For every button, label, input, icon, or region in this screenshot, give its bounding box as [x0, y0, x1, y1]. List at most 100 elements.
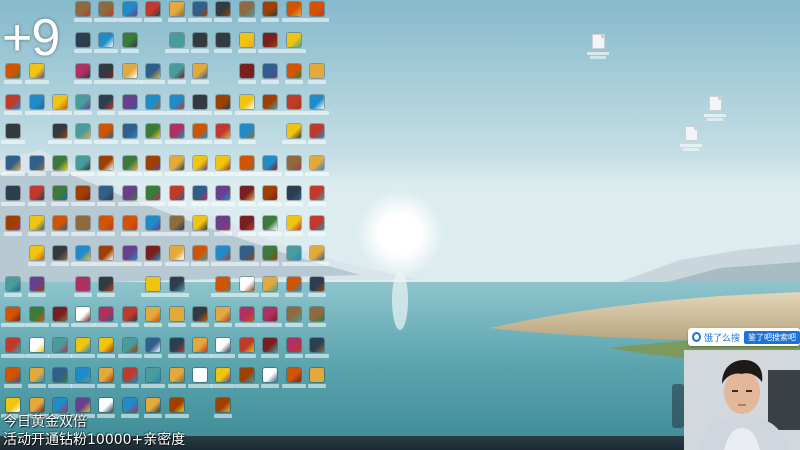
desktop-shortcut-icon[interactable]	[235, 246, 259, 272]
desktop-shortcut-icon[interactable]	[3, 64, 23, 90]
desktop-shortcut-icon[interactable]	[307, 124, 327, 150]
desktop-shortcut-icon[interactable]	[118, 156, 142, 182]
desktop-shortcut-icon[interactable]	[143, 246, 163, 272]
desktop-shortcut-icon[interactable]	[282, 124, 306, 150]
desktop-shortcut-icon[interactable]	[71, 156, 95, 182]
desktop-shortcut-icon[interactable]	[167, 338, 187, 364]
desktop-shortcut-icon[interactable]	[27, 368, 47, 394]
desktop-shortcut-icon[interactable]	[48, 95, 72, 121]
desktop-shortcut-icon[interactable]	[3, 277, 23, 303]
desktop-shortcut-icon[interactable]	[167, 186, 187, 212]
desktop-shortcut-icon[interactable]	[167, 2, 187, 28]
desktop-shortcut-icon[interactable]	[96, 338, 116, 364]
desktop-shortcut-icon[interactable]	[282, 246, 306, 272]
desktop-shortcut-icon[interactable]	[27, 277, 47, 303]
desktop-shortcut-icon[interactable]	[73, 277, 93, 303]
desktop-shortcut-icon[interactable]	[284, 64, 304, 90]
desktop-shortcut-icon[interactable]	[118, 2, 142, 28]
desktop-shortcut-icon[interactable]	[235, 277, 259, 303]
search-button[interactable]: 鉴了吧搜索吧	[744, 330, 800, 344]
desktop-shortcut-icon[interactable]	[1, 124, 25, 150]
desktop-shortcut-icon[interactable]	[165, 277, 189, 303]
desktop-shortcut-icon[interactable]	[96, 95, 116, 121]
desktop-shortcut-icon[interactable]	[235, 368, 259, 394]
desktop-shortcut-icon[interactable]	[237, 33, 257, 59]
desktop-shortcut-icon[interactable]	[190, 307, 210, 333]
desktop-shortcut-icon[interactable]	[167, 307, 187, 333]
desktop-shortcut-icon[interactable]	[27, 246, 47, 272]
desktop-shortcut-icon[interactable]	[141, 216, 165, 242]
desktop-shortcut-icon[interactable]	[141, 64, 165, 90]
desktop-shortcut-icon[interactable]	[237, 124, 257, 150]
desktop-shortcut-icon[interactable]	[94, 33, 118, 59]
desktop-shortcut-icon[interactable]	[141, 186, 165, 212]
desktop-shortcut-icon[interactable]	[307, 186, 327, 212]
desktop-shortcut-icon[interactable]	[284, 307, 304, 333]
desktop-shortcut-icon[interactable]	[190, 216, 210, 242]
desktop-shortcut-icon[interactable]	[258, 33, 282, 59]
desktop-shortcut-icon[interactable]	[120, 368, 140, 394]
desktop-shortcut-icon[interactable]	[48, 124, 72, 150]
desktop-shortcut-icon[interactable]	[96, 398, 116, 424]
desktop-shortcut-icon[interactable]	[120, 216, 140, 242]
desktop-shortcut-icon[interactable]	[284, 277, 304, 303]
desktop-shortcut-icon[interactable]	[211, 186, 235, 212]
desktop-shortcut-icon[interactable]	[213, 33, 233, 59]
desktop-shortcut-icon[interactable]	[237, 2, 257, 28]
desktop-shortcut-icon[interactable]	[96, 186, 116, 212]
desktop-shortcut-icon[interactable]	[141, 368, 165, 394]
desktop-shortcut-icon[interactable]	[305, 2, 329, 28]
desktop-shortcut-icon[interactable]	[188, 95, 212, 121]
desktop-shortcut-icon[interactable]	[237, 216, 257, 242]
desktop-shortcut-icon[interactable]	[284, 156, 304, 182]
desktop-shortcut-icon[interactable]	[96, 216, 116, 242]
desktop-shortcut-icon[interactable]	[235, 95, 259, 121]
desktop-shortcut-icon[interactable]	[143, 307, 163, 333]
desktop-shortcut-icon[interactable]	[96, 156, 116, 182]
desktop-shortcut-icon[interactable]	[188, 2, 212, 28]
desktop-shortcut-icon[interactable]	[258, 307, 282, 333]
desktop-shortcut-icon[interactable]	[284, 186, 304, 212]
desktop-shortcut-icon[interactable]	[143, 156, 163, 182]
desktop-shortcut-icon[interactable]	[167, 64, 187, 90]
desktop-shortcut-icon[interactable]	[260, 368, 280, 394]
desktop-shortcut-icon[interactable]	[141, 277, 165, 303]
desktop-shortcut-icon[interactable]	[305, 95, 329, 121]
desktop-shortcut-icon[interactable]	[282, 33, 306, 59]
desktop-shortcut-icon[interactable]	[50, 216, 70, 242]
desktop-shortcut-icon[interactable]	[188, 338, 212, 364]
desktop-shortcut-icon[interactable]	[260, 2, 280, 28]
desktop-shortcut-icon[interactable]	[282, 2, 306, 28]
desktop-shortcut-icon[interactable]	[307, 277, 327, 303]
search-bar[interactable]: 饿了么搜 鉴了吧搜索吧	[688, 328, 800, 346]
desktop-shortcut-icon[interactable]	[94, 307, 118, 333]
desktop-shortcut-icon[interactable]	[260, 338, 280, 364]
desktop-shortcut-icon[interactable]	[50, 156, 70, 182]
desktop-shortcut-icon[interactable]	[165, 398, 189, 424]
desktop-shortcut-icon[interactable]	[237, 64, 257, 90]
desktop-shortcut-icon[interactable]	[120, 307, 140, 333]
desktop-shortcut-icon[interactable]	[118, 186, 142, 212]
desktop-shortcut-icon[interactable]	[73, 124, 93, 150]
desktop-shortcut-icon[interactable]	[141, 95, 165, 121]
desktop-shortcut-icon[interactable]	[27, 186, 47, 212]
desktop-shortcut-icon[interactable]	[165, 33, 189, 59]
desktop-shortcut-icon[interactable]	[25, 307, 49, 333]
desktop-shortcut-icon[interactable]	[213, 398, 233, 424]
desktop-shortcut-icon[interactable]	[118, 338, 142, 364]
desktop-file-icon[interactable]	[702, 96, 728, 126]
desktop-shortcut-icon[interactable]	[307, 368, 327, 394]
desktop-shortcut-icon[interactable]	[188, 124, 212, 150]
desktop-shortcut-icon[interactable]	[3, 368, 23, 394]
desktop-shortcut-icon[interactable]	[260, 277, 280, 303]
desktop-shortcut-icon[interactable]	[282, 368, 306, 394]
desktop-shortcut-icon[interactable]	[237, 186, 257, 212]
desktop-shortcut-icon[interactable]	[190, 33, 210, 59]
desktop-shortcut-icon[interactable]	[305, 156, 329, 182]
desktop-shortcut-icon[interactable]	[307, 216, 327, 242]
desktop-shortcut-icon[interactable]	[307, 307, 327, 333]
desktop-shortcut-icon[interactable]	[27, 156, 47, 182]
desktop-shortcut-icon[interactable]	[211, 338, 235, 364]
desktop-shortcut-icon[interactable]	[50, 307, 70, 333]
desktop-shortcut-icon[interactable]	[50, 186, 70, 212]
